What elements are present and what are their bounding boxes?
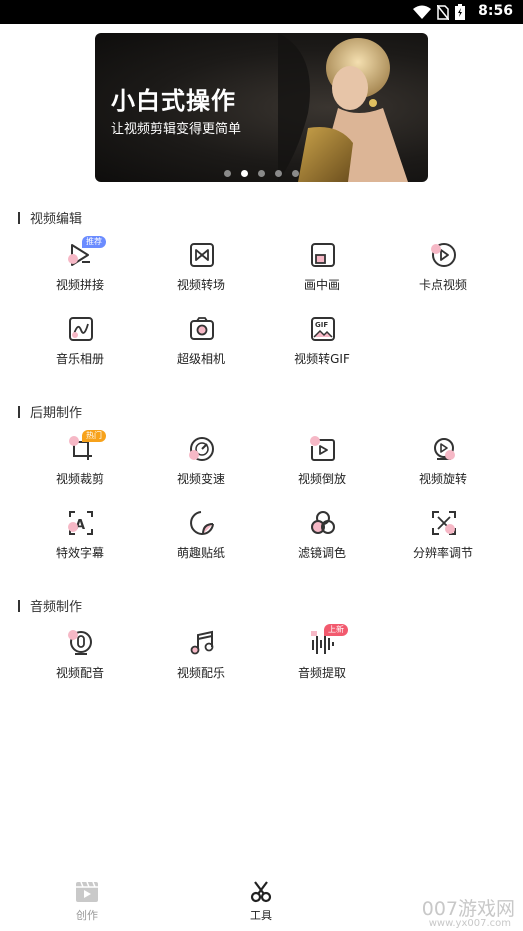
banner-subtitle: 让视频剪辑变得更简单	[111, 122, 242, 137]
banner-dot-active[interactable]	[241, 170, 248, 177]
tab-create[interactable]: 创作	[57, 881, 117, 923]
svg-text:GIF: GIF	[315, 321, 328, 329]
tool-video-transition[interactable]: 视频转场	[141, 242, 261, 302]
background-music-icon	[189, 630, 215, 656]
tab-label: 创作	[76, 909, 98, 922]
picture-in-picture-icon	[310, 242, 336, 268]
accent-dot	[69, 436, 79, 446]
tool-picture-in-picture[interactable]: 画中画	[262, 242, 382, 302]
accent-dot	[68, 522, 78, 532]
accent-dot	[68, 254, 78, 264]
tool-video-to-gif[interactable]: GIF 视频转GIF	[262, 316, 382, 376]
super-camera-icon	[189, 316, 215, 342]
filter-icon	[310, 510, 336, 536]
tool-label: 视频旋转	[418, 472, 467, 486]
tool-label: 视频拼接	[55, 278, 104, 292]
promo-banner[interactable]: 小白式操作 让视频剪辑变得更简单	[95, 33, 428, 182]
section-title-text: 视频编辑	[30, 212, 83, 227]
section-title-video-edit: 视频编辑	[18, 208, 82, 227]
badge-new: 上新	[324, 624, 348, 636]
tool-effect-subtitle[interactable]: A 特效字幕	[20, 510, 140, 570]
badge-hot: 热门	[82, 430, 106, 442]
video-rotate-icon	[431, 436, 457, 462]
section-title-text: 音频制作	[30, 600, 83, 615]
accent-dot	[310, 436, 320, 446]
sticker-icon	[189, 510, 215, 536]
tool-label: 视频转场	[176, 278, 225, 292]
no-sim-icon	[437, 4, 449, 20]
tool-label: 超级相机	[176, 352, 225, 366]
tab-label: 工具	[250, 909, 272, 922]
tool-video-crop[interactable]: 热门 视频裁剪	[20, 430, 140, 496]
video-reverse-icon	[310, 436, 336, 462]
watermark-logo: 007游戏网	[421, 898, 515, 920]
section-title-text: 后期制作	[30, 406, 83, 421]
tool-label: 视频配音	[55, 666, 104, 680]
battery-icon	[455, 4, 465, 20]
tab-tools[interactable]: 工具	[231, 881, 291, 923]
video-speed-icon	[189, 436, 215, 462]
section-title-audio: 音频制作	[18, 596, 82, 615]
section-marker	[18, 599, 20, 612]
tool-label: 卡点视频	[418, 278, 467, 292]
banner-dot[interactable]	[275, 170, 282, 177]
bottom-tab-bar: 创作 工具 007游戏网 www.yx007.com	[0, 875, 523, 931]
tool-label: 视频转GIF	[294, 352, 350, 366]
tool-label: 音频提取	[297, 666, 346, 680]
banner-dot[interactable]	[292, 170, 299, 177]
tool-background-music[interactable]: 视频配乐	[141, 630, 261, 690]
tool-video-speed[interactable]: 视频变速	[141, 436, 261, 496]
tool-video-reverse[interactable]: 视频倒放	[262, 436, 382, 496]
tool-label: 视频裁剪	[55, 472, 104, 486]
tool-audio-extract[interactable]: 上新 音频提取	[262, 624, 382, 690]
tool-beat-video[interactable]: 卡点视频	[383, 242, 503, 302]
tool-video-rotate[interactable]: 视频旋转	[383, 436, 503, 496]
tool-label: 萌趣贴纸	[176, 546, 225, 560]
video-to-gif-icon: GIF	[310, 316, 336, 342]
tool-label: 视频倒放	[297, 472, 346, 486]
tool-music-album[interactable]: 音乐相册	[20, 316, 140, 376]
tool-label: 视频变速	[176, 472, 225, 486]
tool-label: 滤镜调色	[297, 546, 346, 560]
tool-label: 画中画	[303, 278, 340, 292]
music-album-icon	[68, 316, 94, 342]
create-icon	[76, 881, 98, 902]
tool-label: 特效字幕	[55, 546, 104, 560]
tool-super-camera[interactable]: 超级相机	[141, 316, 261, 376]
effect-subtitle-icon: A	[68, 510, 94, 536]
resolution-icon	[431, 510, 457, 536]
tool-filter[interactable]: 滤镜调色	[262, 510, 382, 570]
banner-portrait-image	[278, 33, 408, 182]
status-bar: 8:56	[0, 0, 523, 24]
tool-resolution[interactable]: 分辨率调节	[383, 510, 503, 570]
accent-dot	[431, 244, 441, 254]
banner-pagination	[95, 170, 428, 177]
watermark-url: www.yx007.com	[428, 918, 511, 929]
beat-video-icon	[431, 242, 457, 268]
tool-label: 音乐相册	[55, 352, 104, 366]
tool-label: 分辨率调节	[412, 546, 473, 560]
status-icons	[413, 4, 465, 20]
status-time: 8:56	[478, 3, 513, 19]
section-marker	[18, 405, 20, 418]
wifi-icon	[413, 5, 431, 19]
video-transition-icon	[189, 242, 215, 268]
section-marker	[18, 211, 20, 224]
dubbing-icon	[68, 630, 94, 656]
badge-recommend: 推荐	[82, 236, 106, 248]
accent-dot	[68, 630, 78, 640]
tool-sticker[interactable]: 萌趣贴纸	[141, 510, 261, 570]
scissors-icon	[250, 881, 272, 903]
section-title-post-production: 后期制作	[18, 402, 82, 421]
tool-dubbing[interactable]: 视频配音	[20, 630, 140, 690]
banner-dot[interactable]	[224, 170, 231, 177]
accent-dot	[445, 524, 455, 534]
accent-dot	[445, 450, 455, 460]
tool-label: 视频配乐	[176, 666, 225, 680]
banner-dot[interactable]	[258, 170, 265, 177]
tool-video-splice[interactable]: 推荐 视频拼接	[20, 236, 140, 302]
accent-dot	[189, 450, 199, 460]
banner-title: 小白式操作	[111, 87, 236, 115]
